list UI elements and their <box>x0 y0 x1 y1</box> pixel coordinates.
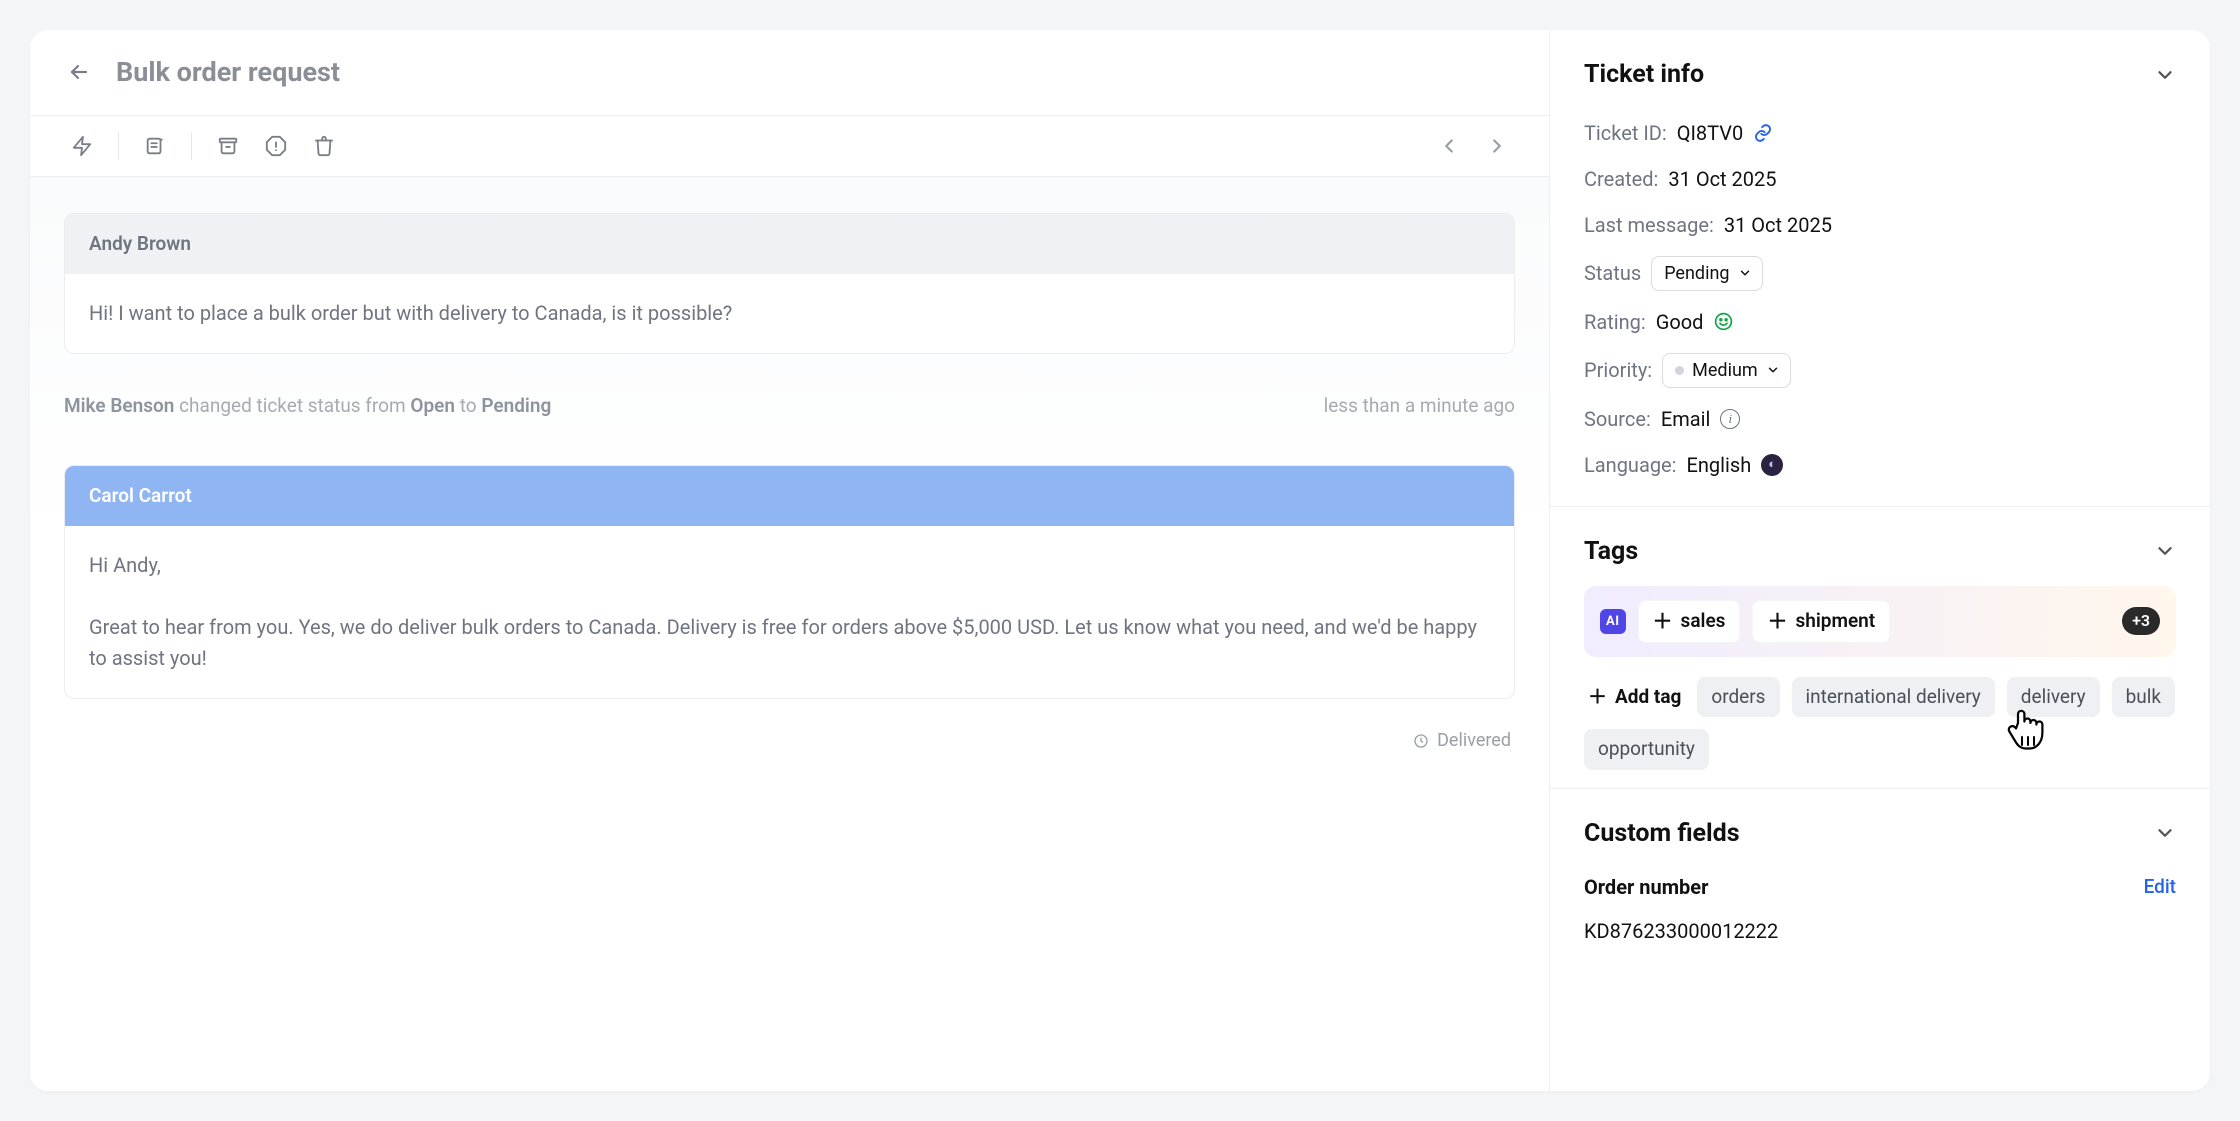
message-incoming: Andy Brown Hi! I want to place a bulk or… <box>64 213 1515 355</box>
ai-suggestion-chip[interactable]: ＋ shipment <box>1752 600 1890 643</box>
created-row: Created: 31 Oct 2025 <box>1584 156 2176 202</box>
tag-chip[interactable]: delivery <box>2007 677 2100 718</box>
plus-icon: ＋ <box>1653 611 1673 631</box>
tag-chip[interactable]: orders <box>1697 677 1779 718</box>
trash-icon <box>313 135 335 157</box>
priority-row: Priority: Medium <box>1584 345 2176 396</box>
priority-select[interactable]: Medium <box>1662 353 1791 388</box>
plus-icon: ＋ <box>1588 683 1607 712</box>
tag-chip[interactable]: bulk <box>2112 677 2175 718</box>
plus-icon: ＋ <box>1767 611 1787 631</box>
status-event-actor: Mike Benson <box>64 394 174 417</box>
collapse-ticket-info[interactable] <box>2154 64 2176 86</box>
status-event-to: Pending <box>481 394 551 417</box>
chevron-down-icon <box>2154 540 2176 562</box>
note-button[interactable] <box>137 128 173 164</box>
tags-section: Tags AI ＋ sales ＋ shipment +3 <box>1550 507 2210 789</box>
custom-field-value: KD876233000012222 <box>1584 902 2176 946</box>
tag-chip[interactable]: international delivery <box>1792 677 1995 718</box>
prev-ticket-button[interactable] <box>1431 128 1467 164</box>
ai-suggestion-chip[interactable]: ＋ sales <box>1638 600 1741 643</box>
separator <box>191 132 192 160</box>
ai-more-count[interactable]: +3 <box>2122 607 2160 635</box>
back-button[interactable] <box>64 57 94 87</box>
lightning-icon <box>71 135 93 157</box>
smile-icon <box>1713 311 1734 332</box>
separator <box>118 132 119 160</box>
rating-row: Rating: Good <box>1584 299 2176 345</box>
archive-icon <box>217 135 239 157</box>
info-icon[interactable]: i <box>1720 409 1740 429</box>
chevron-left-icon <box>1438 135 1460 157</box>
alert-octagon-icon <box>265 135 287 157</box>
ticket-info-section: Ticket info Ticket ID: QI8TV0 Created: 3… <box>1550 30 2210 507</box>
archive-button[interactable] <box>210 128 246 164</box>
message-author: Carol Carrot <box>65 466 1514 527</box>
chevron-down-icon <box>2154 822 2176 844</box>
ai-badge: AI <box>1600 609 1626 635</box>
link-icon <box>1753 123 1773 143</box>
collapse-tags[interactable] <box>2154 540 2176 562</box>
language-row: Language: English ◐ <box>1584 442 2176 488</box>
ticket-id-row: Ticket ID: QI8TV0 <box>1584 110 2176 156</box>
section-title: Ticket info <box>1584 56 1704 94</box>
ai-suggestions-row: AI ＋ sales ＋ shipment +3 <box>1584 586 2176 657</box>
source-row: Source: Email i <box>1584 396 2176 442</box>
last-message-row: Last message: 31 Oct 2025 <box>1584 202 2176 248</box>
arrow-left-icon <box>67 60 91 84</box>
priority-dot-icon <box>1675 366 1684 375</box>
collapse-custom-fields[interactable] <box>2154 822 2176 844</box>
tag-list: ＋ Add tag orders international delivery … <box>1584 677 2176 770</box>
side-panel: Ticket info Ticket ID: QI8TV0 Created: 3… <box>1550 30 2210 1091</box>
status-event: Mike Benson changed ticket status from O… <box>64 392 1515 421</box>
page-header: Bulk order request <box>30 30 1549 116</box>
message-body: Hi Andy, Great to hear from you. Yes, we… <box>65 526 1514 698</box>
section-title: Custom fields <box>1584 815 1740 853</box>
conversation: Andy Brown Hi! I want to place a bulk or… <box>30 177 1549 1092</box>
quick-action-button[interactable] <box>64 128 100 164</box>
status-row: Status Pending <box>1584 248 2176 299</box>
section-title: Tags <box>1584 533 1638 571</box>
chevron-down-icon <box>1738 266 1752 280</box>
message-outgoing: Carol Carrot Hi Andy, Great to hear from… <box>64 465 1515 700</box>
ticket-id-value: QI8TV0 <box>1677 118 1744 148</box>
delivery-status: Delivered <box>64 727 1515 754</box>
chevron-right-icon <box>1486 135 1508 157</box>
chevron-down-icon <box>1766 363 1780 377</box>
spam-button[interactable] <box>258 128 294 164</box>
custom-field-row: Order number Edit <box>1584 868 2176 902</box>
custom-field-label: Order number <box>1584 872 1708 902</box>
toolbar <box>30 116 1549 177</box>
status-event-text: Mike Benson changed ticket status from O… <box>64 392 551 421</box>
status-event-time: less than a minute ago <box>1324 392 1515 421</box>
status-select[interactable]: Pending <box>1651 256 1762 291</box>
add-tag-button[interactable]: ＋ Add tag <box>1584 677 1685 718</box>
edit-custom-field-button[interactable]: Edit <box>2144 873 2176 902</box>
clock-icon <box>1413 733 1429 749</box>
copy-link-button[interactable] <box>1753 123 1773 143</box>
message-body: Hi! I want to place a bulk order but wit… <box>65 274 1514 353</box>
chevron-down-icon <box>2154 64 2176 86</box>
custom-fields-section: Custom fields Order number Edit KD876233… <box>1550 789 2210 965</box>
status-event-from: Open <box>410 394 455 417</box>
message-author: Andy Brown <box>65 214 1514 275</box>
page-title: Bulk order request <box>116 52 340 93</box>
tag-chip[interactable]: opportunity <box>1584 729 1709 770</box>
main-column: Bulk order request <box>30 30 1550 1091</box>
next-ticket-button[interactable] <box>1479 128 1515 164</box>
language-icon: ◐ <box>1761 454 1783 476</box>
delete-button[interactable] <box>306 128 342 164</box>
note-sparkle-icon <box>144 135 166 157</box>
